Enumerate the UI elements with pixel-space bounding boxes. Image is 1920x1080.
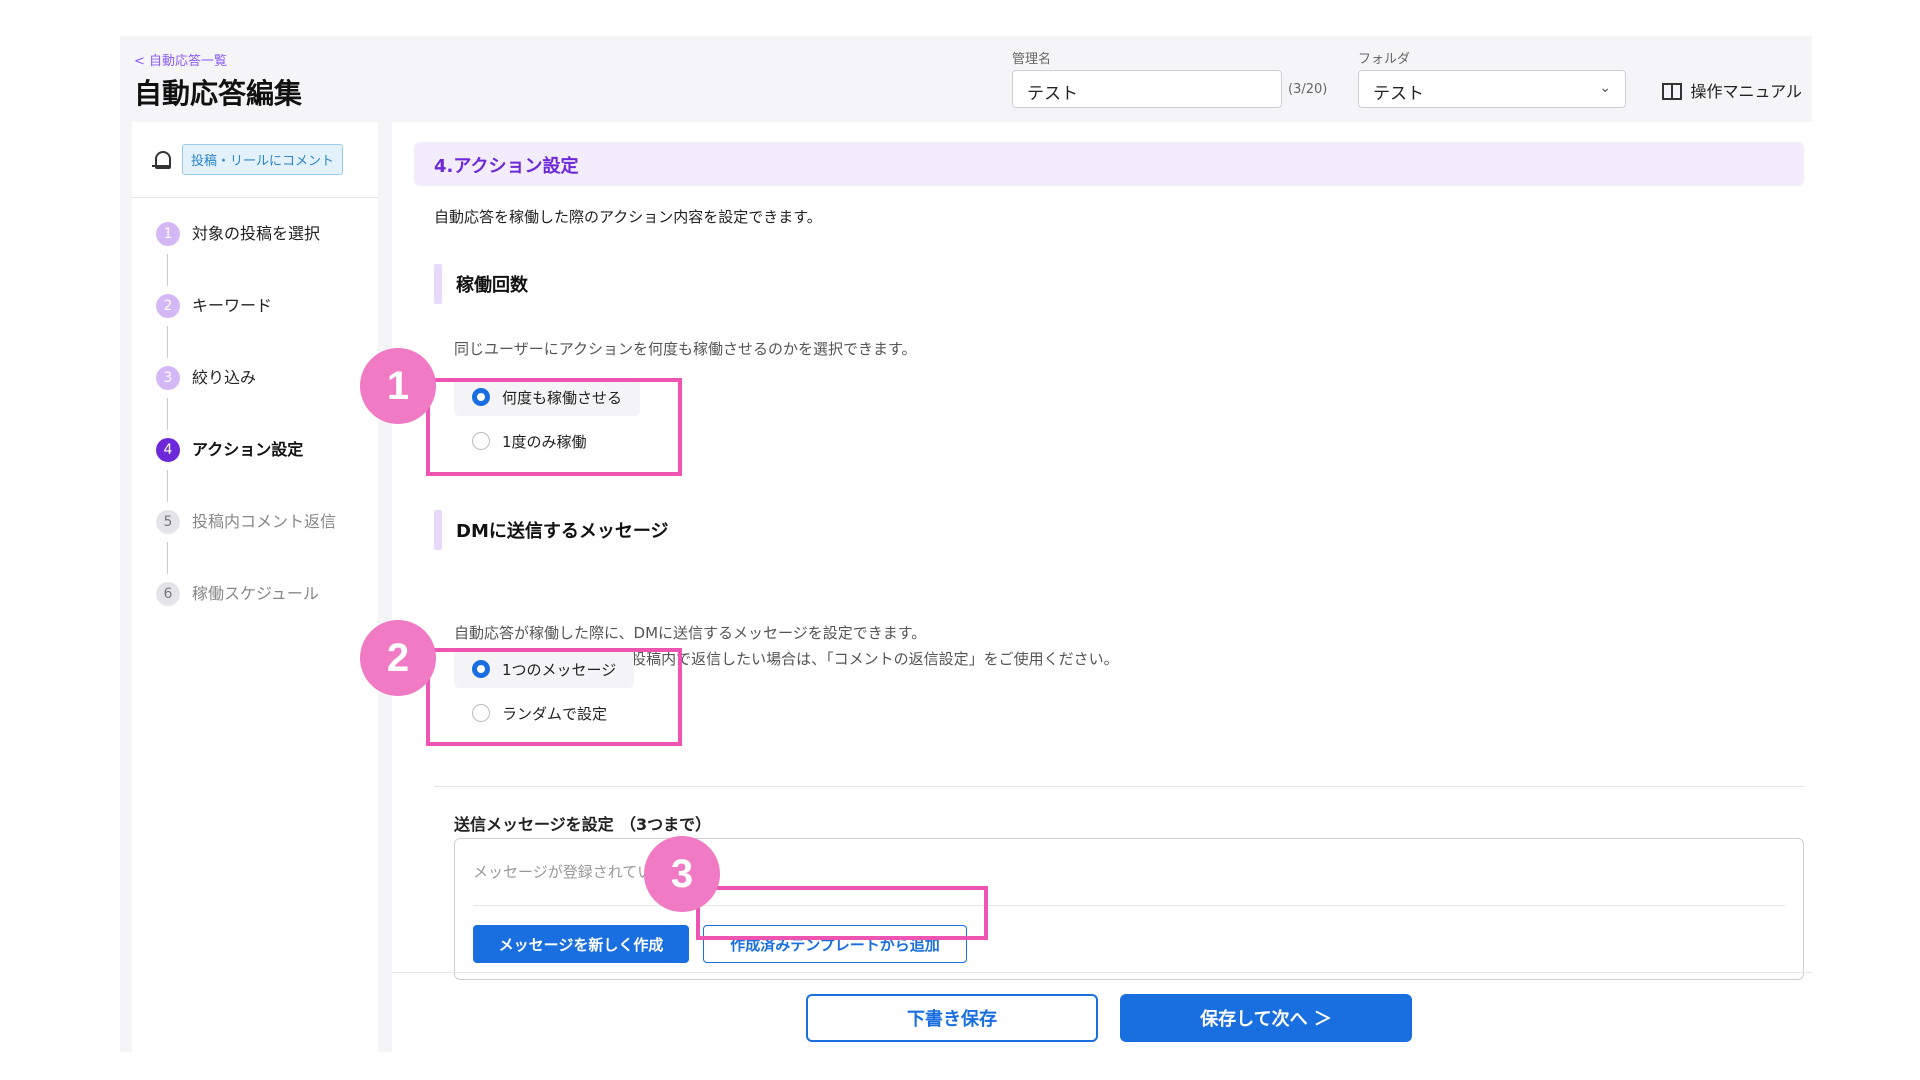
section-title: 4.アクション設定 bbox=[414, 142, 1804, 186]
step-number: 4 bbox=[156, 438, 180, 462]
step-keyword[interactable]: 2 キーワード bbox=[156, 294, 336, 366]
step-connector bbox=[167, 542, 168, 574]
step-list: 1 対象の投稿を選択 2 キーワード 3 絞り込み 4 アクション設定 5 投稿… bbox=[156, 222, 336, 654]
step-connector bbox=[167, 470, 168, 502]
main-panel: 4.アクション設定 自動応答を稼働した際のアクション内容を設定できます。 稼働回… bbox=[392, 122, 1812, 1052]
save-draft-button[interactable]: 下書き保存 bbox=[806, 994, 1098, 1042]
step-action-settings[interactable]: 4 アクション設定 bbox=[156, 438, 336, 510]
step-label: 対象の投稿を選択 bbox=[192, 224, 321, 243]
heading-bar bbox=[434, 510, 442, 550]
step-number: 2 bbox=[156, 294, 180, 318]
run-count-desc: 同じユーザーにアクションを何度も稼働させるのかを選択できます。 bbox=[454, 340, 917, 358]
step-number: 3 bbox=[156, 366, 180, 390]
annotation-box-3 bbox=[696, 886, 988, 940]
divider bbox=[434, 786, 1804, 787]
step-connector bbox=[167, 398, 168, 430]
footer-divider bbox=[392, 972, 1812, 973]
step-select-post[interactable]: 1 対象の投稿を選択 bbox=[156, 222, 336, 294]
manual-link[interactable]: 操作マニュアル bbox=[1662, 78, 1802, 102]
annotation-badge-2: 2 bbox=[360, 620, 436, 696]
sidebar: 投稿・リールにコメント 1 対象の投稿を選択 2 キーワード 3 絞り込み 4 … bbox=[132, 122, 378, 1052]
step-schedule[interactable]: 6 稼働スケジュール bbox=[156, 582, 336, 654]
step-comment-reply[interactable]: 5 投稿内コメント返信 bbox=[156, 510, 336, 582]
dm-desc-line-1: 自動応答が稼働した際に、DMに送信するメッセージを設定できます。 bbox=[454, 624, 927, 642]
message-limit: （3つまで） bbox=[620, 815, 712, 834]
bell-icon bbox=[152, 149, 172, 171]
step-number: 1 bbox=[156, 222, 180, 246]
dm-title: DMに送信するメッセージ bbox=[456, 521, 669, 542]
folder-value: テスト bbox=[1373, 84, 1424, 104]
step-number: 5 bbox=[156, 510, 180, 534]
step-connector bbox=[167, 326, 168, 358]
new-message-button[interactable]: メッセージを新しく作成 bbox=[473, 925, 689, 963]
name-label: 管理名 bbox=[1012, 52, 1052, 67]
step-label: 稼働スケジュール bbox=[192, 584, 319, 603]
step-label: キーワード bbox=[192, 296, 273, 315]
step-label: 投稿内コメント返信 bbox=[192, 512, 337, 531]
run-count-heading: 稼働回数 bbox=[434, 264, 528, 304]
trigger-row: 投稿・リールにコメント bbox=[132, 122, 378, 198]
save-next-button[interactable]: 保存して次へ ＞ bbox=[1120, 994, 1412, 1042]
message-settings-label: 送信メッセージを設定 bbox=[454, 815, 614, 834]
trigger-badge: 投稿・リールにコメント bbox=[182, 144, 344, 175]
folder-select[interactable]: テスト ⌄ bbox=[1358, 70, 1626, 108]
step-connector bbox=[167, 254, 168, 286]
name-counter: (3/20) bbox=[1288, 82, 1328, 97]
dm-heading: DMに送信するメッセージ bbox=[434, 510, 669, 550]
back-link[interactable]: < 自動応答一覧 bbox=[134, 50, 227, 69]
step-label: 絞り込み bbox=[192, 368, 257, 387]
run-count-title: 稼働回数 bbox=[456, 275, 528, 296]
heading-bar bbox=[434, 264, 442, 304]
section-intro: 自動応答を稼働した際のアクション内容を設定できます。 bbox=[434, 208, 822, 226]
folder-label: フォルダ bbox=[1358, 52, 1411, 67]
annotation-badge-1: 1 bbox=[360, 348, 436, 424]
manual-label: 操作マニュアル bbox=[1690, 82, 1802, 101]
annotation-box-1 bbox=[426, 378, 682, 476]
step-number: 6 bbox=[156, 582, 180, 606]
name-input[interactable]: テスト bbox=[1012, 70, 1282, 108]
annotation-box-2 bbox=[426, 648, 682, 746]
chevron-down-icon: ⌄ bbox=[1599, 80, 1611, 96]
step-label: アクション設定 bbox=[192, 440, 304, 459]
page-title: 自動応答編集 bbox=[134, 77, 303, 110]
book-icon bbox=[1662, 82, 1683, 100]
step-filter[interactable]: 3 絞り込み bbox=[156, 366, 336, 438]
annotation-badge-3: 3 bbox=[644, 836, 720, 912]
